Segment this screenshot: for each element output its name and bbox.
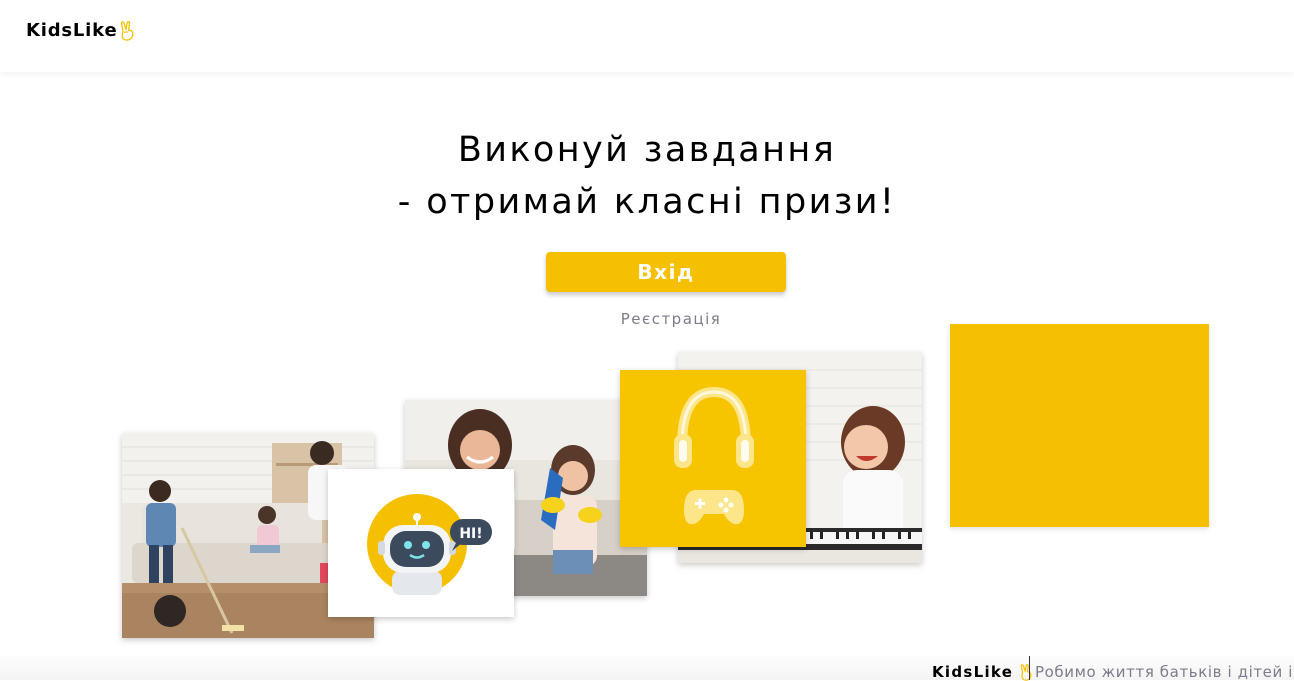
victory-hand-icon [121, 20, 134, 41]
yellow-tile [950, 324, 1209, 527]
robot-hi-illustration: HI! [328, 469, 514, 617]
footer-logo: KidsLike [932, 663, 1033, 681]
title-line-1: Виконуй завдання [457, 130, 837, 170]
login-button[interactable]: Вхід [546, 252, 786, 292]
headphones-gamepad-illustration [620, 370, 806, 547]
page-title: Виконуй завдання - отримай класні призи! [0, 124, 1294, 228]
logo[interactable]: KidsLike [26, 20, 135, 41]
register-link[interactable]: Реєстрація [560, 310, 782, 328]
header: KidsLike [0, 0, 1294, 72]
logo-text: KidsLike [26, 20, 118, 41]
victory-hand-icon [1020, 663, 1032, 681]
footer-logo-text: KidsLike [932, 663, 1014, 681]
footer-divider [1029, 656, 1030, 680]
footer-tagline: Робимо життя батьків і дітей ізі [1035, 663, 1294, 681]
title-line-2: - отримай класні призи! [397, 182, 897, 222]
svg-text:HI!: HI! [459, 526, 482, 542]
